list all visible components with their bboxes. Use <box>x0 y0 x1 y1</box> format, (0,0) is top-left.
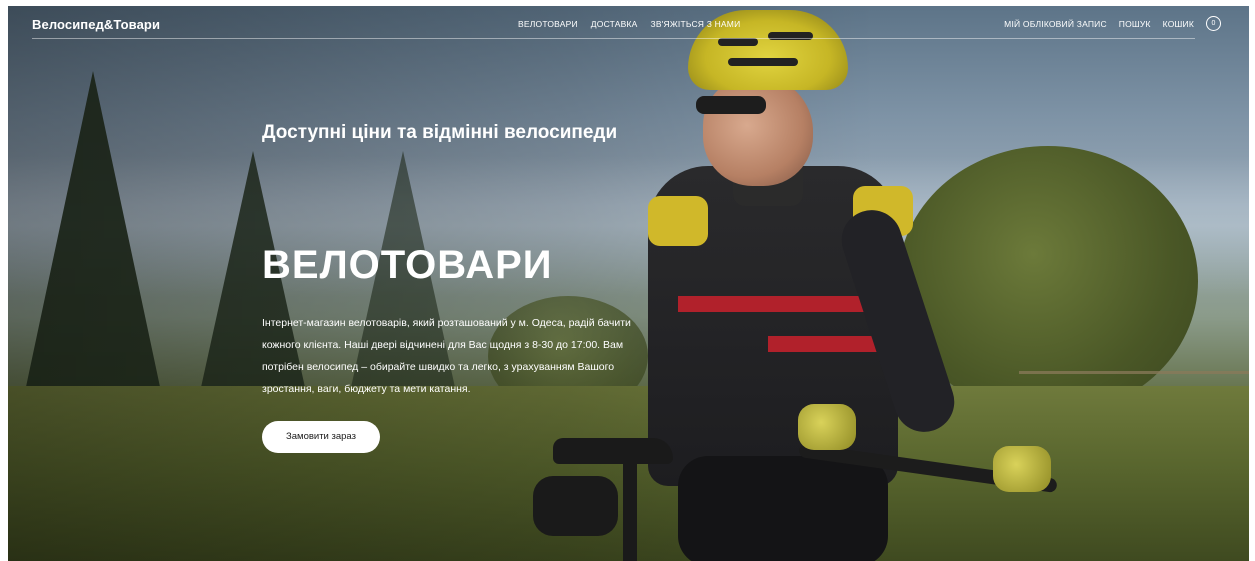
cart-link[interactable]: КОШИК <box>1163 19 1194 29</box>
hero-tagline: Доступні ціни та відмінні велосипеди <box>262 122 618 143</box>
hero-title: ВЕЛОТОВАРИ <box>262 243 553 287</box>
cyclist-glove <box>798 404 856 450</box>
cyclist-face <box>703 76 813 186</box>
cyclist-glove <box>993 446 1051 492</box>
helmet-vent <box>718 38 758 46</box>
order-now-button[interactable]: Замовити зараз <box>262 421 380 453</box>
search-link[interactable]: ПОШУК <box>1119 19 1151 29</box>
helmet-vent <box>728 58 798 66</box>
sunglasses <box>696 96 766 114</box>
site-logo[interactable]: Велосипед&Товари <box>32 17 160 32</box>
hero-content: Доступні ціни та відмінні велосипеди ВЕЛ… <box>262 0 682 561</box>
jersey-stripe <box>768 336 878 352</box>
hero-description: Інтернет-магазин велотоварів, який розта… <box>262 317 631 395</box>
account-link[interactable]: МІЙ ОБЛІКОВИЙ ЗАПИС <box>1004 19 1107 29</box>
cart-count-badge[interactable]: 0 <box>1206 16 1221 31</box>
header-actions: МІЙ ОБЛІКОВИЙ ЗАПИС ПОШУК КОШИК 0 <box>1004 16 1221 31</box>
cyclist-legs <box>678 456 888 561</box>
jersey-stripe <box>678 296 878 312</box>
